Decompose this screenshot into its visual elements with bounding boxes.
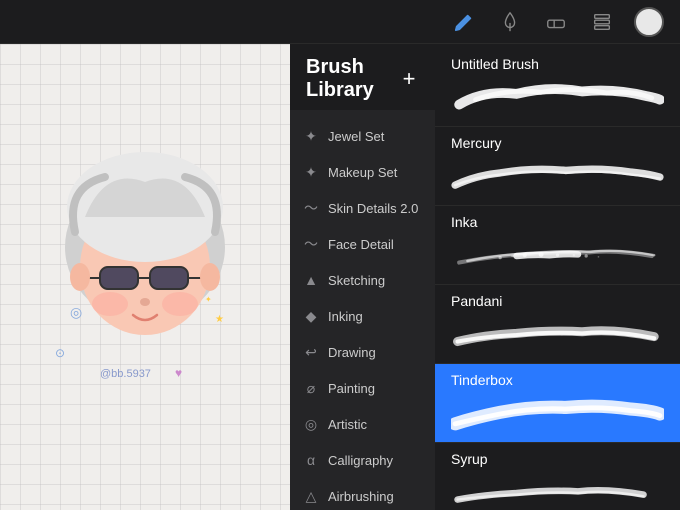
pencil-tool-btn[interactable] — [450, 8, 478, 36]
eraser-tool-btn[interactable] — [542, 8, 570, 36]
brush-list-panel: Untitled Brush Mercury Inka Pandani Tind… — [435, 44, 680, 510]
category-label-sketching: Sketching — [328, 273, 385, 288]
svg-text:@bb.5937: @bb.5937 — [100, 368, 151, 380]
category-icon-drawing: ↩ — [302, 343, 320, 361]
category-icon-makeup-set: ✦ — [302, 163, 320, 181]
brush-name-mercury: Mercury — [451, 135, 664, 151]
category-item-airbrushing[interactable]: △ Airbrushing — [290, 478, 430, 510]
svg-text:◎: ◎ — [70, 304, 82, 320]
category-item-jewel-set[interactable]: ✦ Jewel Set — [290, 118, 430, 154]
add-brush-button[interactable]: + — [399, 65, 419, 93]
category-item-sketching[interactable]: ▲ Sketching — [290, 262, 430, 298]
category-icon-skin-details: 〜 — [302, 199, 320, 217]
category-label-artistic: Artistic — [328, 417, 367, 432]
brush-stroke-tinderbox — [451, 394, 664, 434]
brush-item-syrup[interactable]: Syrup — [435, 443, 680, 510]
category-label-airbrushing: Airbrushing — [328, 489, 394, 504]
category-icon-sketching: ▲ — [302, 271, 320, 289]
brush-name-untitled-brush: Untitled Brush — [451, 56, 664, 72]
category-icon-inking: ◆ — [302, 307, 320, 325]
category-label-painting: Painting — [328, 381, 375, 396]
category-icon-painting: ⌀ — [302, 379, 320, 397]
category-item-makeup-set[interactable]: ✦ Makeup Set — [290, 154, 430, 190]
brush-stroke-pandani — [451, 315, 664, 355]
category-icon-airbrushing: △ — [302, 487, 320, 505]
toolbar — [0, 0, 680, 44]
category-item-drawing[interactable]: ↩ Drawing — [290, 334, 430, 370]
brush-categories-list: ✦ Jewel Set ✦ Makeup Set 〜 Skin Details 2.0 〜 F… — [290, 110, 430, 510]
panel-title: Brush Library — [306, 56, 399, 102]
brush-stroke-inka — [451, 236, 664, 276]
svg-text:⊙: ⊙ — [55, 346, 65, 360]
category-icon-calligraphy: α — [302, 451, 320, 469]
category-item-skin-details[interactable]: 〜 Skin Details 2.0 — [290, 190, 430, 226]
category-item-calligraphy[interactable]: α Calligraphy — [290, 442, 430, 478]
brush-item-pandani[interactable]: Pandani — [435, 285, 680, 364]
category-item-painting[interactable]: ⌀ Painting — [290, 370, 430, 406]
category-item-artistic[interactable]: ◎ Artistic — [290, 406, 430, 442]
canvas-paper: @bb.5937 ♥ ◎ ⊙ ★ ✦ — [0, 44, 290, 510]
category-item-inking[interactable]: ◆ Inking — [290, 298, 430, 334]
svg-text:★: ★ — [215, 314, 224, 325]
category-icon-jewel-set: ✦ — [302, 127, 320, 145]
canvas-area[interactable]: @bb.5937 ♥ ◎ ⊙ ★ ✦ — [0, 44, 290, 510]
pen-tool-btn[interactable] — [496, 8, 524, 36]
brush-categories-panel: Brush Library + ✦ Jewel Set ✦ Makeup Set 〜 Sk… — [290, 44, 435, 510]
brush-stroke-mercury — [451, 157, 664, 197]
brush-name-syrup: Syrup — [451, 451, 664, 467]
category-label-skin-details: Skin Details 2.0 — [328, 201, 418, 216]
category-label-jewel-set: Jewel Set — [328, 129, 384, 144]
category-label-makeup-set: Makeup Set — [328, 165, 397, 180]
brush-stroke-syrup — [451, 473, 664, 510]
panel-header: Brush Library + — [290, 44, 435, 110]
brush-panel: Brush Library + ✦ Jewel Set ✦ Makeup Set 〜 Sk… — [290, 44, 680, 510]
category-item-face-detail[interactable]: 〜 Face Detail — [290, 226, 430, 262]
category-label-face-detail: Face Detail — [328, 237, 394, 252]
category-icon-face-detail: 〜 — [302, 235, 320, 253]
main-content: @bb.5937 ♥ ◎ ⊙ ★ ✦ Brush Library + ✦ Jewe… — [0, 44, 680, 510]
svg-text:✦: ✦ — [205, 295, 212, 304]
canvas-illustration: @bb.5937 ♥ ◎ ⊙ ★ ✦ — [35, 137, 255, 417]
brush-stroke-untitled-brush — [451, 78, 664, 118]
category-icon-artistic: ◎ — [302, 415, 320, 433]
category-label-drawing: Drawing — [328, 345, 376, 360]
layers-tool-btn[interactable] — [588, 8, 616, 36]
brush-item-tinderbox[interactable]: Tinderbox — [435, 364, 680, 443]
color-swatch[interactable] — [634, 7, 664, 37]
category-label-inking: Inking — [328, 309, 363, 324]
category-label-calligraphy: Calligraphy — [328, 453, 393, 468]
brush-name-pandani: Pandani — [451, 293, 664, 309]
brush-item-mercury[interactable]: Mercury — [435, 127, 680, 206]
brush-name-tinderbox: Tinderbox — [451, 372, 664, 388]
svg-text:♥: ♥ — [175, 366, 182, 380]
brush-name-inka: Inka — [451, 214, 664, 230]
brush-item-untitled-brush[interactable]: Untitled Brush — [435, 48, 680, 127]
brush-list: Untitled Brush Mercury Inka Pandani Tind… — [435, 44, 680, 510]
brush-item-inka[interactable]: Inka — [435, 206, 680, 285]
